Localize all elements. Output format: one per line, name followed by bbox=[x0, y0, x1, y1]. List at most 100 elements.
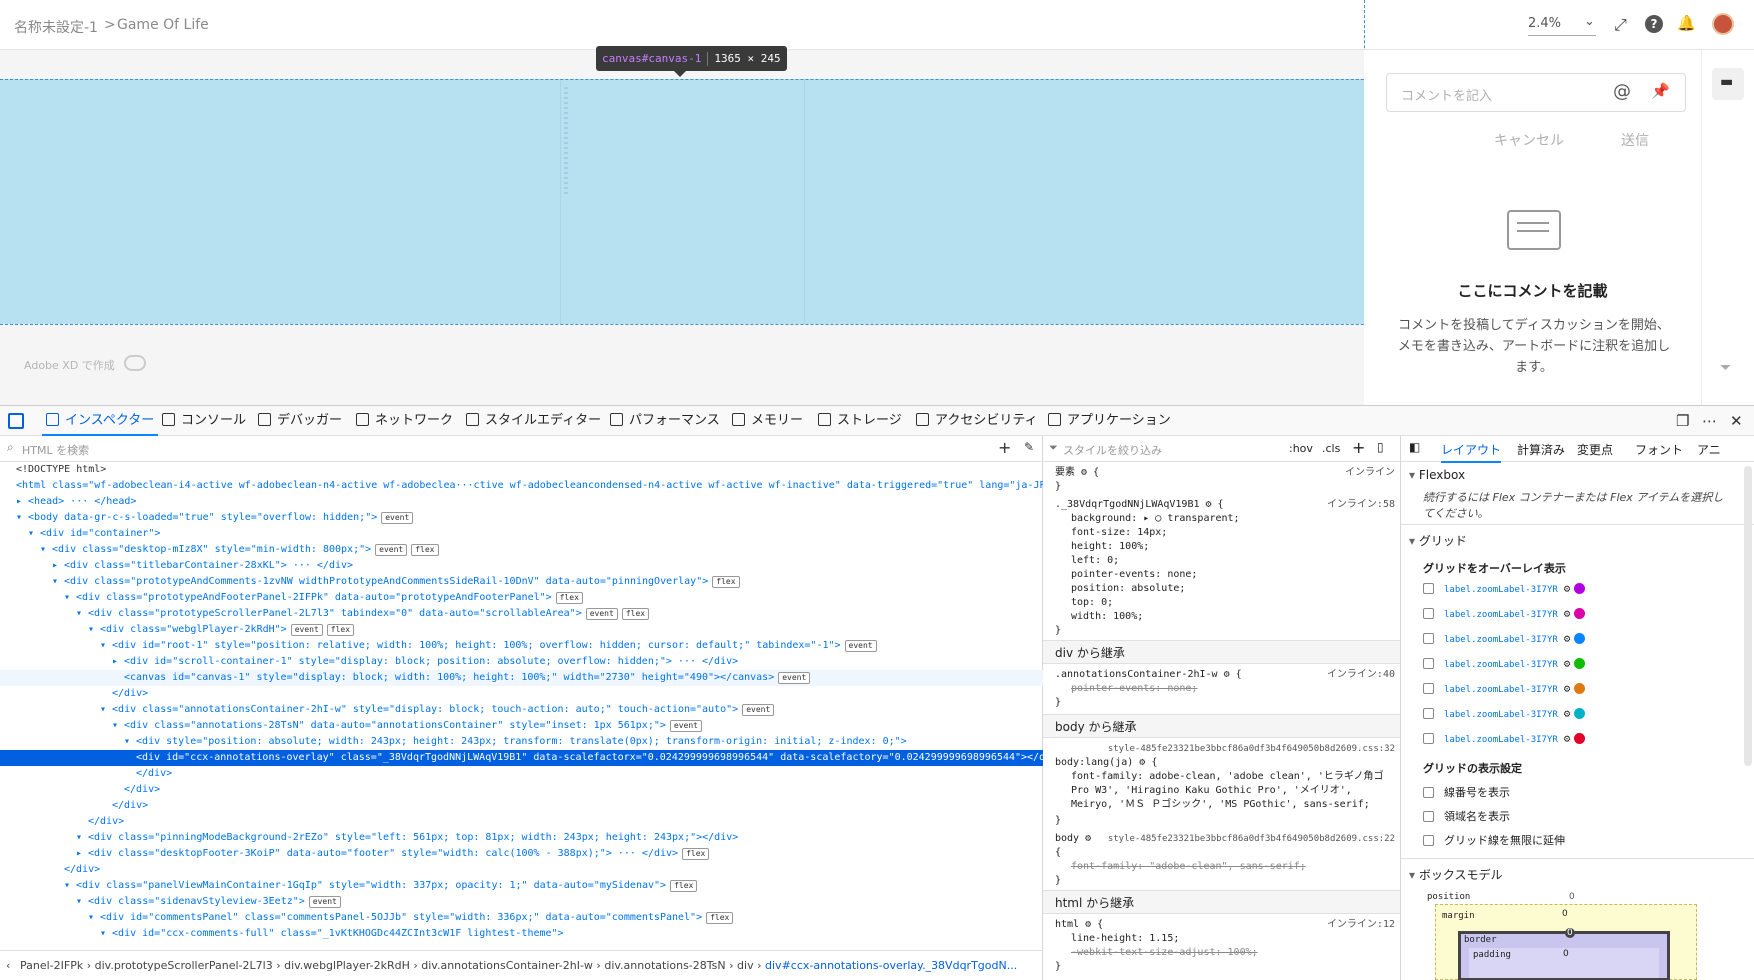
tree-node[interactable]: ▸ <div class="desktopFooter-3KoiP" data-… bbox=[0, 846, 1043, 862]
send-button[interactable]: 送信 bbox=[1621, 130, 1649, 150]
tab-memory[interactable]: メモリー bbox=[732, 406, 803, 436]
tree-node[interactable]: ▾ <div style="position: absolute; width:… bbox=[0, 734, 1043, 750]
html-search[interactable]: ⌕ HTML を検索 + ✎ bbox=[0, 436, 1043, 462]
rule1-prop[interactable]: pointer-events: none; bbox=[1071, 568, 1400, 582]
rule1-prop[interactable]: background: ▸ ◯ transparent; bbox=[1071, 512, 1400, 526]
add-node-icon[interactable]: + bbox=[998, 438, 1011, 457]
comments-toggle-button[interactable]: ▬ bbox=[1712, 68, 1744, 100]
rule1-prop[interactable]: position: absolute; bbox=[1071, 582, 1400, 596]
rule1-prop[interactable]: left: 0; bbox=[1071, 554, 1400, 568]
grid-overlay-item[interactable]: label.zoomLabel-3I7YR ⚙ bbox=[1423, 707, 1586, 727]
tab-computed[interactable]: 計算済み bbox=[1517, 441, 1565, 458]
tree-node-selected[interactable]: <div id="ccx-annotations-overlay" class=… bbox=[0, 750, 1043, 766]
cancel-button[interactable]: キャンセル bbox=[1494, 130, 1564, 150]
tree-node[interactable]: ▾ <div id="container"> bbox=[0, 526, 1043, 542]
tab-accessibility[interactable]: アクセシビリティ bbox=[916, 406, 1038, 436]
tree-node[interactable]: ▾ <body data-gr-c-s-loaded="true" style=… bbox=[0, 510, 1043, 526]
tree-node[interactable]: ▾ <div class="annotationsContainer-2hI-w… bbox=[0, 702, 1043, 718]
grid-overlay-item[interactable]: label.zoomLabel-3I7YR ⚙ bbox=[1423, 657, 1586, 677]
tree-node[interactable]: ▾ <div class="annotations-28TsN" data-au… bbox=[0, 718, 1043, 734]
pin-icon[interactable]: 📌 bbox=[1651, 82, 1670, 100]
tree-node[interactable]: ▾ <div class="prototypeAndComments-1zvNW… bbox=[0, 574, 1043, 590]
sidebar-toggle-icon[interactable]: ◧ bbox=[1409, 440, 1420, 454]
tab-inspector[interactable]: インスペクター bbox=[42, 406, 159, 436]
grid-overlay-item[interactable]: label.zoomLabel-3I7YR ⚙ bbox=[1423, 732, 1586, 752]
scrollbar[interactable] bbox=[1744, 466, 1752, 766]
tree-node[interactable]: </div> bbox=[0, 782, 1043, 798]
grid-overlay-item[interactable]: label.zoomLabel-3I7YR ⚙ bbox=[1423, 582, 1586, 602]
tree-node[interactable]: ▾ <div class="sidenavStyleview-3Eetz"> ev… bbox=[0, 894, 1043, 910]
rule1-prop[interactable]: width: 100%; bbox=[1071, 610, 1400, 624]
more-icon[interactable]: ⋯ bbox=[1702, 412, 1717, 430]
canvas-1-highlight[interactable] bbox=[0, 79, 1364, 324]
rule1-selector[interactable]: ._38VdqrTgodNNjLWAqV19B1 ⚙ {インライン:58 bbox=[1055, 498, 1395, 512]
tab-layout[interactable]: レイアウト bbox=[1441, 441, 1502, 463]
show-area-names-checkbox[interactable]: 領域名を表示 bbox=[1423, 808, 1510, 824]
rule4-selector[interactable]: body ⚙ style-485fe23321be3bbcf86a0df3b4f6… bbox=[1055, 832, 1395, 846]
tree-node[interactable]: ▾ <div id="commentsPanel" class="comment… bbox=[0, 910, 1043, 926]
rule3-selector[interactable]: body:lang(ja) ⚙ { bbox=[1055, 756, 1395, 770]
tree-node[interactable]: ▸ <div id="scroll-container-1" style="di… bbox=[0, 654, 1043, 670]
tree-node[interactable]: ▾ <div class="prototypeAndFooterPanel-2I… bbox=[0, 590, 1043, 606]
crumb[interactable]: div.webglPlayer-2kRdH bbox=[284, 959, 410, 972]
rule4-prop[interactable]: font-family: "adobe-clean", sans-serif; bbox=[1071, 860, 1400, 874]
rule1-prop[interactable]: font-size: 14px; bbox=[1071, 526, 1400, 540]
tab-debugger[interactable]: デバッガー bbox=[258, 406, 342, 436]
breadcrumb-artboard[interactable]: Game Of Life bbox=[117, 17, 209, 33]
dock-icon[interactable]: ❐ bbox=[1676, 412, 1689, 430]
avatar[interactable] bbox=[1712, 13, 1734, 35]
bell-icon[interactable]: 🔔 bbox=[1677, 14, 1696, 32]
tree-node[interactable]: </div> bbox=[0, 862, 1043, 878]
tree-node[interactable]: <html class="wf-adobeclean-i4-active wf-… bbox=[0, 478, 1043, 494]
tree-node[interactable]: </div> bbox=[0, 686, 1043, 702]
tree-node[interactable]: ▾ <div class="pinningModeBackground-2rEZ… bbox=[0, 830, 1043, 846]
tree-node[interactable]: ▾ <div class="desktop-mIz8X" style="min-… bbox=[0, 542, 1043, 558]
breadcrumb-document[interactable]: 名称未設定-1 bbox=[14, 17, 98, 37]
boxmodel-position-value[interactable]: 0 bbox=[1569, 892, 1575, 902]
tree-node[interactable]: </div> bbox=[0, 814, 1043, 830]
element-rule[interactable]: 要素 ⚙ {インライン bbox=[1055, 466, 1395, 480]
tab-storage[interactable]: ストレージ bbox=[818, 406, 902, 436]
tab-performance[interactable]: パフォーマンス bbox=[610, 406, 720, 436]
grid-overlay-item[interactable]: label.zoomLabel-3I7YR ⚙ bbox=[1423, 632, 1586, 652]
mention-icon[interactable]: @ bbox=[1613, 81, 1631, 102]
crumb[interactable]: div bbox=[737, 959, 754, 972]
extend-grid-lines-checkbox[interactable]: グリッド線を無限に延伸 bbox=[1423, 832, 1565, 848]
style-filter[interactable]: ⏷ スタイルを絞り込み :hov .cls + ▯ bbox=[1043, 436, 1400, 462]
tree-node[interactable]: <!DOCTYPE html> bbox=[0, 462, 1043, 478]
rule5-selector[interactable]: html ⚙ {インライン:12 bbox=[1055, 918, 1395, 932]
tab-style-editor[interactable]: スタイルエディター bbox=[466, 406, 601, 436]
close-icon[interactable]: ✕ bbox=[1730, 412, 1743, 430]
tree-node[interactable]: </div> bbox=[0, 766, 1043, 782]
rule2-selector[interactable]: .annotationsContainer-2hI-w ⚙ {インライン:40 bbox=[1055, 668, 1395, 682]
eyedropper-icon[interactable]: ✎ bbox=[1024, 440, 1034, 454]
fullscreen-icon[interactable]: ⤢ bbox=[1614, 15, 1627, 35]
tree-node[interactable]: ▾ <div class="panelViewMainContainer-1Gq… bbox=[0, 878, 1043, 894]
tree-node[interactable]: ▾ <div class="prototypeScrollerPanel-2L7… bbox=[0, 606, 1043, 622]
tree-node[interactable]: ▾ <div id="root-1" style="position: rela… bbox=[0, 638, 1043, 654]
rule5-prop[interactable]: -webkit-text-size-adjust: 100%; bbox=[1071, 946, 1400, 960]
show-line-numbers-checkbox[interactable]: 線番号を表示 bbox=[1423, 784, 1510, 800]
tree-node[interactable]: ▸ <head> ··· </head> bbox=[0, 494, 1043, 510]
tab-application[interactable]: アプリケーション bbox=[1048, 406, 1171, 436]
tab-animations[interactable]: アニ bbox=[1697, 441, 1721, 458]
tree-node[interactable]: ▾ <div id="ccx-comments-full" class="_1v… bbox=[0, 926, 1043, 942]
rule1-prop[interactable]: height: 100%; bbox=[1071, 540, 1400, 554]
add-rule-icon[interactable]: + bbox=[1352, 438, 1365, 457]
tree-node-canvas[interactable]: <canvas id="canvas-1" style="display: bl… bbox=[0, 670, 1043, 686]
rule3-prop[interactable]: font-family: adobe-clean, 'adobe clean',… bbox=[1071, 770, 1391, 812]
rule1-prop[interactable]: top: 0; bbox=[1071, 596, 1400, 610]
crumb[interactable]: Panel-2IFPk bbox=[20, 959, 83, 972]
grid-overlay-item[interactable]: label.zoomLabel-3I7YR ⚙ bbox=[1423, 607, 1586, 627]
crumb-current[interactable]: div#ccx-annotations-overlay._38VdqrTgodN… bbox=[765, 959, 1017, 972]
grid-overlay-item[interactable]: label.zoomLabel-3I7YR ⚙ bbox=[1423, 682, 1586, 702]
grid-section[interactable]: グリッド bbox=[1409, 532, 1467, 549]
rule2-prop[interactable]: pointer-events: none; bbox=[1071, 682, 1400, 696]
tab-changes[interactable]: 変更点 bbox=[1577, 441, 1613, 458]
zoom-chevron-icon[interactable]: ⌄ bbox=[1584, 14, 1595, 29]
tree-node[interactable]: </div> bbox=[0, 798, 1043, 814]
crumb[interactable]: div.annotationsContainer-2hI-w bbox=[421, 959, 593, 972]
chevron-left-icon[interactable]: ‹ bbox=[6, 951, 10, 980]
tab-fonts[interactable]: フォント bbox=[1635, 441, 1683, 458]
crumb[interactable]: div.annotations-28TsN bbox=[604, 959, 725, 972]
